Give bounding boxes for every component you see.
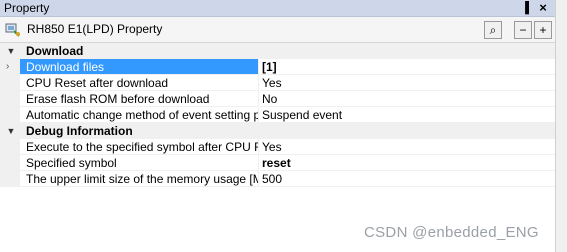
collapse-all-button[interactable]: − [514,21,532,39]
property-row-download-files[interactable]: › Download files [1] [0,59,555,75]
expand-all-button[interactable]: + [534,21,552,39]
property-row-cpu-reset[interactable]: CPU Reset after download Yes [0,75,555,91]
close-icon[interactable]: × [536,0,550,16]
property-grid: ▼ Download › Download files [1] CPU Rese… [0,43,555,252]
category-label: Debug Information [26,124,133,138]
property-row-execute-to-symbol[interactable]: Execute to the specified symbol after CP… [0,139,555,155]
property-value[interactable]: reset [260,155,555,171]
property-name: CPU Reset after download [20,75,259,91]
property-row-memory-limit[interactable]: The upper limit size of the memory usage… [0,171,555,187]
row-expand-icon[interactable]: › [6,59,9,75]
search-button[interactable]: ⌕ [484,21,502,39]
panel-title: Property [4,1,50,15]
property-target-label: RH850 E1(LPD) Property [27,22,163,36]
collapse-toggle-icon[interactable]: ▼ [6,123,16,139]
property-name: Execute to the specified symbol after CP… [20,139,259,155]
property-row-erase-flash[interactable]: Erase flash ROM before download No [0,91,555,107]
property-name: Download files [20,59,259,75]
property-header: RH850 E1(LPD) Property ⌕ − + [0,17,555,43]
property-value[interactable]: No [260,91,555,107]
pin-icon[interactable]: ▐ [519,0,531,16]
debug-tool-icon [5,23,20,37]
property-name: Automatic change method of event setting… [20,107,259,123]
category-label: Download [26,44,84,58]
category-debug-information[interactable]: ▼ Debug Information [0,123,555,139]
property-value[interactable]: [1] [260,59,555,75]
category-download[interactable]: ▼ Download [0,43,555,59]
property-value[interactable]: Yes [260,139,555,155]
panel-titlebar: Property ▐ × [0,0,555,17]
property-row-specified-symbol[interactable]: Specified symbol reset [0,155,555,171]
property-value[interactable]: Suspend event [260,107,555,123]
watermark-text: CSDN @enbedded_ENG [364,224,539,241]
collapse-toggle-icon[interactable]: ▼ [6,43,16,59]
property-row-event-change[interactable]: Automatic change method of event setting… [0,107,555,123]
property-value[interactable]: Yes [260,75,555,91]
vertical-scrollbar[interactable] [555,0,567,252]
property-name: Specified symbol [20,155,259,171]
property-value[interactable]: 500 [260,171,555,187]
property-name: The upper limit size of the memory usage… [20,171,259,187]
property-name: Erase flash ROM before download [20,91,259,107]
